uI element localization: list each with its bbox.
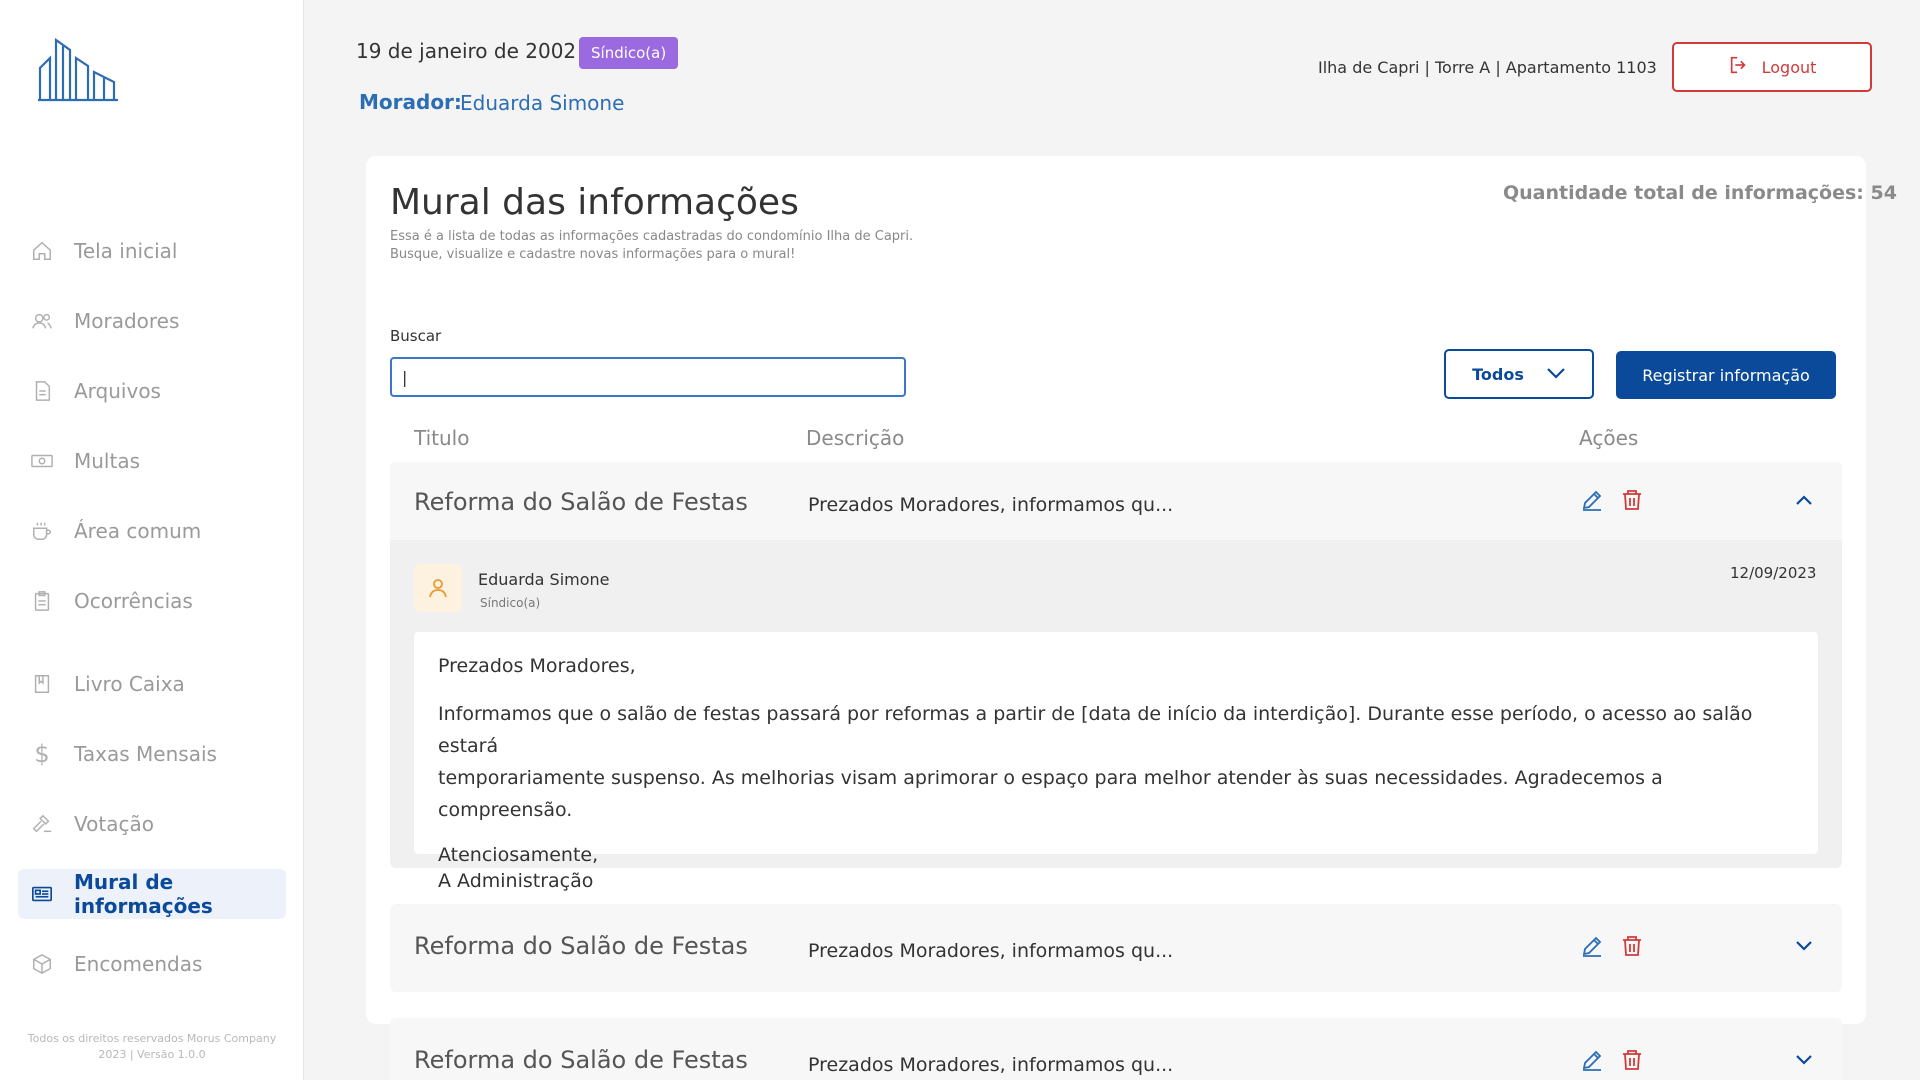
row-description: Prezados Moradores, informamos qu... bbox=[808, 1054, 1174, 1076]
dollar-icon: $ bbox=[34, 740, 50, 768]
row-header[interactable]: Reforma do Salão de Festas Prezados Mora… bbox=[390, 462, 1842, 540]
chevron-down-icon[interactable] bbox=[1794, 1052, 1814, 1072]
row-title: Reforma do Salão de Festas bbox=[414, 1046, 748, 1074]
search-input[interactable] bbox=[390, 357, 906, 397]
sidebar-footer: Todos os direitos reservados Morus Compa… bbox=[0, 1031, 304, 1063]
edit-icon[interactable] bbox=[1580, 1048, 1604, 1072]
search-label: Buscar bbox=[390, 327, 442, 345]
author-name: Eduarda Simone bbox=[478, 570, 610, 589]
building-logo-icon[interactable] bbox=[38, 36, 118, 104]
sidebar-item-label: Mural de informações bbox=[74, 870, 213, 918]
logout-button[interactable]: Logout bbox=[1672, 42, 1872, 92]
edit-icon[interactable] bbox=[1580, 934, 1604, 958]
row-description: Prezados Moradores, informamos qu... bbox=[808, 940, 1174, 962]
edit-icon[interactable] bbox=[1580, 488, 1604, 516]
sidebar-item-label: Tela inicial bbox=[74, 239, 178, 263]
column-header-actions: Ações bbox=[1579, 426, 1639, 450]
subtitle-line-2: Busque, visualize e cadastre novas infor… bbox=[390, 247, 796, 262]
sidebar-item-label: Votação bbox=[74, 812, 154, 836]
role-badge: Síndico(a) bbox=[579, 37, 679, 69]
coffee-icon bbox=[30, 519, 54, 543]
message-greeting: Prezados Moradores, bbox=[438, 655, 636, 677]
sidebar-item-livro-caixa[interactable]: Livro Caixa bbox=[18, 659, 286, 709]
filter-value: Todos bbox=[1472, 364, 1524, 384]
package-icon bbox=[30, 952, 54, 976]
message-closing: Atenciosamente, bbox=[438, 844, 599, 866]
file-icon bbox=[30, 379, 54, 403]
column-header-title: Titulo bbox=[414, 426, 470, 450]
message-signature: A Administração bbox=[438, 870, 594, 892]
table-row[interactable]: Reforma do Salão de Festas Prezados Mora… bbox=[390, 904, 1842, 992]
column-header-description: Descrição bbox=[806, 426, 905, 450]
logout-label: Logout bbox=[1761, 57, 1817, 77]
chevron-down-icon bbox=[1546, 365, 1566, 384]
users-icon bbox=[30, 309, 54, 333]
unit-info: Ilha de Capri | Torre A | Apartamento 11… bbox=[1318, 58, 1657, 77]
sidebar-item-moradores[interactable]: Moradores bbox=[18, 296, 286, 346]
message-body: Prezados Moradores, Informamos que o sal… bbox=[414, 632, 1818, 892]
post-date: 12/09/2023 bbox=[1730, 564, 1817, 582]
newspaper-icon bbox=[30, 882, 54, 906]
table-row[interactable]: Reforma do Salão de Festas Prezados Mora… bbox=[390, 1018, 1842, 1080]
sidebar-item-label: Multas bbox=[74, 449, 141, 473]
trash-icon[interactable] bbox=[1620, 934, 1644, 958]
message-line-1: Informamos que o salão de festas passará… bbox=[438, 703, 1753, 757]
sidebar-item-multas[interactable]: Multas bbox=[18, 436, 286, 486]
clipboard-icon bbox=[30, 589, 54, 613]
sidebar-item-encomendas[interactable]: Encomendas bbox=[18, 939, 286, 989]
sidebar-item-votacao[interactable]: Votação bbox=[18, 799, 286, 849]
logout-icon bbox=[1728, 54, 1750, 80]
book-icon bbox=[30, 672, 54, 696]
filter-select[interactable]: Todos bbox=[1444, 349, 1594, 399]
home-icon bbox=[30, 239, 54, 263]
sidebar-item-ocorrencias[interactable]: Ocorrências bbox=[18, 576, 286, 626]
avatar bbox=[414, 564, 462, 612]
sidebar-item-taxas-mensais[interactable]: $ Taxas Mensais bbox=[18, 729, 286, 779]
page-subtitle: Essa é a lista de todas as informações c… bbox=[390, 228, 950, 264]
sidebar-item-area-comum[interactable]: Área comum bbox=[18, 506, 286, 556]
morador-name: Eduarda Simone bbox=[460, 91, 625, 115]
sidebar-item-label: Taxas Mensais bbox=[74, 742, 217, 766]
chevron-down-icon[interactable] bbox=[1794, 938, 1814, 958]
sidebar-item-label: Moradores bbox=[74, 309, 180, 333]
sidebar-item-label: Área comum bbox=[74, 519, 202, 543]
version-text: 2023 | Versão 1.0.0 bbox=[98, 1048, 206, 1061]
subtitle-line-1: Essa é a lista de todas as informações c… bbox=[390, 229, 914, 244]
sidebar-item-label: Livro Caixa bbox=[74, 672, 185, 696]
trash-icon[interactable] bbox=[1620, 1048, 1644, 1072]
chevron-up-icon[interactable] bbox=[1794, 492, 1814, 511]
sidebar-item-label: Ocorrências bbox=[74, 589, 193, 613]
current-date: 19 de janeiro de 2002 bbox=[356, 39, 577, 63]
sidebar-item-arquivos[interactable]: Arquivos bbox=[18, 366, 286, 416]
morador-label: Morador: bbox=[359, 90, 462, 114]
copyright-text: Todos os direitos reservados Morus Compa… bbox=[27, 1032, 277, 1045]
page-title: Mural das informações bbox=[390, 182, 799, 223]
message-line-2: temporariamente suspenso. As melhorias v… bbox=[438, 767, 1663, 821]
row-title: Reforma do Salão de Festas bbox=[414, 932, 748, 960]
author-role: Síndico(a) bbox=[480, 596, 541, 610]
trash-icon[interactable] bbox=[1620, 488, 1644, 516]
row-title: Reforma do Salão de Festas bbox=[414, 488, 748, 516]
user-icon bbox=[429, 579, 447, 598]
register-info-button[interactable]: Registrar informação bbox=[1616, 351, 1836, 399]
sidebar-item-label: Arquivos bbox=[74, 379, 161, 403]
expanded-row: Reforma do Salão de Festas Prezados Mora… bbox=[390, 462, 1842, 892]
sidebar-item-mural[interactable]: Mural de informações bbox=[18, 869, 286, 919]
gavel-icon bbox=[30, 812, 54, 836]
sidebar: Tela inicial Moradores Arquivos Multas Á… bbox=[0, 0, 304, 1080]
sidebar-item-label: Encomendas bbox=[74, 952, 203, 976]
sidebar-item-tela-inicial[interactable]: Tela inicial bbox=[18, 226, 286, 276]
total-count: Quantidade total de informações: 54 bbox=[1503, 182, 1897, 204]
money-icon bbox=[30, 449, 54, 473]
row-description: Prezados Moradores, informamos qu... bbox=[808, 494, 1174, 516]
